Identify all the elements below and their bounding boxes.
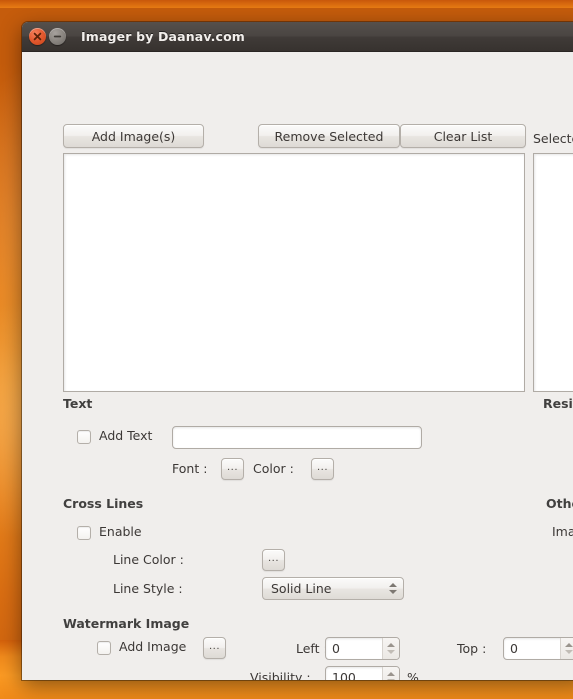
add-images-button[interactable]: Add Image(s) [63,124,204,148]
add-watermark-image-label: Add Image [119,639,187,654]
chevron-down-icon [387,679,395,680]
close-icon[interactable] [29,28,46,45]
watermark-percent-label: % [407,670,419,680]
text-input[interactable] [172,426,422,449]
chevron-down-icon [389,590,397,594]
other-settings-image-label: Image [552,524,573,539]
line-style-value: Solid Line [271,581,332,596]
cross-lines-section-header: Cross Lines [63,496,144,511]
selected-list-label: Selected [533,131,573,146]
font-browse-label: ... [226,461,239,473]
resize-section-header: Resize [543,396,573,411]
watermark-visibility-spinner[interactable]: 100 [325,666,400,680]
cross-lines-enable-checkbox[interactable] [77,526,91,540]
chevron-up-icon [387,643,395,647]
color-browse-button[interactable]: ... [311,458,334,480]
remove-selected-label: Remove Selected [274,128,384,144]
line-color-browse-button[interactable]: ... [262,549,285,571]
clear-list-button[interactable]: Clear List [400,124,526,148]
watermark-top-value: 0 [510,641,518,656]
watermark-visibility-stepper[interactable] [382,667,399,680]
add-text-label: Add Text [99,428,153,443]
chevron-up-icon [389,583,397,587]
font-browse-button[interactable]: ... [221,458,244,480]
watermark-top-label: Top : [457,641,487,656]
application-window: Imager by Daanav.com Add Image(s) Remove… [22,22,573,680]
line-color-browse-label: ... [267,552,280,564]
page-title: Imager by Daanav.com [81,29,245,44]
watermark-left-label: Left : [296,641,328,656]
watermark-top-stepper[interactable] [560,638,573,659]
watermark-left-value: 0 [332,641,340,656]
remove-selected-button[interactable]: Remove Selected [258,124,400,148]
line-style-select[interactable]: Solid Line [262,577,404,600]
add-text-checkbox[interactable] [77,430,91,444]
text-section-header: Text [63,396,93,411]
watermark-top-spinner[interactable]: 0 [503,637,573,660]
cross-lines-enable-label: Enable [99,524,142,539]
line-style-stepper[interactable] [383,578,403,599]
watermark-left-spinner[interactable]: 0 [325,637,400,660]
title-bar: Imager by Daanav.com [22,22,573,52]
color-browse-label: ... [316,461,329,473]
color-label: Color : [253,461,294,476]
watermark-left-stepper[interactable] [382,638,399,659]
chevron-down-icon [387,650,395,654]
watermark-browse-label: ... [208,640,221,652]
chevron-up-icon [387,672,395,676]
desktop-top-stripe [0,0,573,8]
clear-list-label: Clear List [433,128,493,144]
watermark-visibility-label: Visibility : [250,670,311,680]
minimize-icon[interactable] [49,28,66,45]
chevron-down-icon [565,650,573,654]
chevron-up-icon [565,643,573,647]
selected-image-list[interactable] [533,153,573,392]
client-area: Add Image(s) Remove Selected Clear List … [22,52,573,680]
watermark-browse-button[interactable]: ... [203,637,226,659]
watermark-visibility-value: 100 [332,670,356,680]
add-watermark-image-checkbox[interactable] [97,641,111,655]
font-label: Font : [172,461,208,476]
image-list[interactable] [63,153,525,392]
line-style-label: Line Style : [113,581,183,596]
watermark-section-header: Watermark Image [63,616,190,631]
line-color-label: Line Color : [113,552,184,567]
add-images-label: Add Image(s) [91,128,176,144]
other-settings-section-header: Other S [546,496,573,511]
